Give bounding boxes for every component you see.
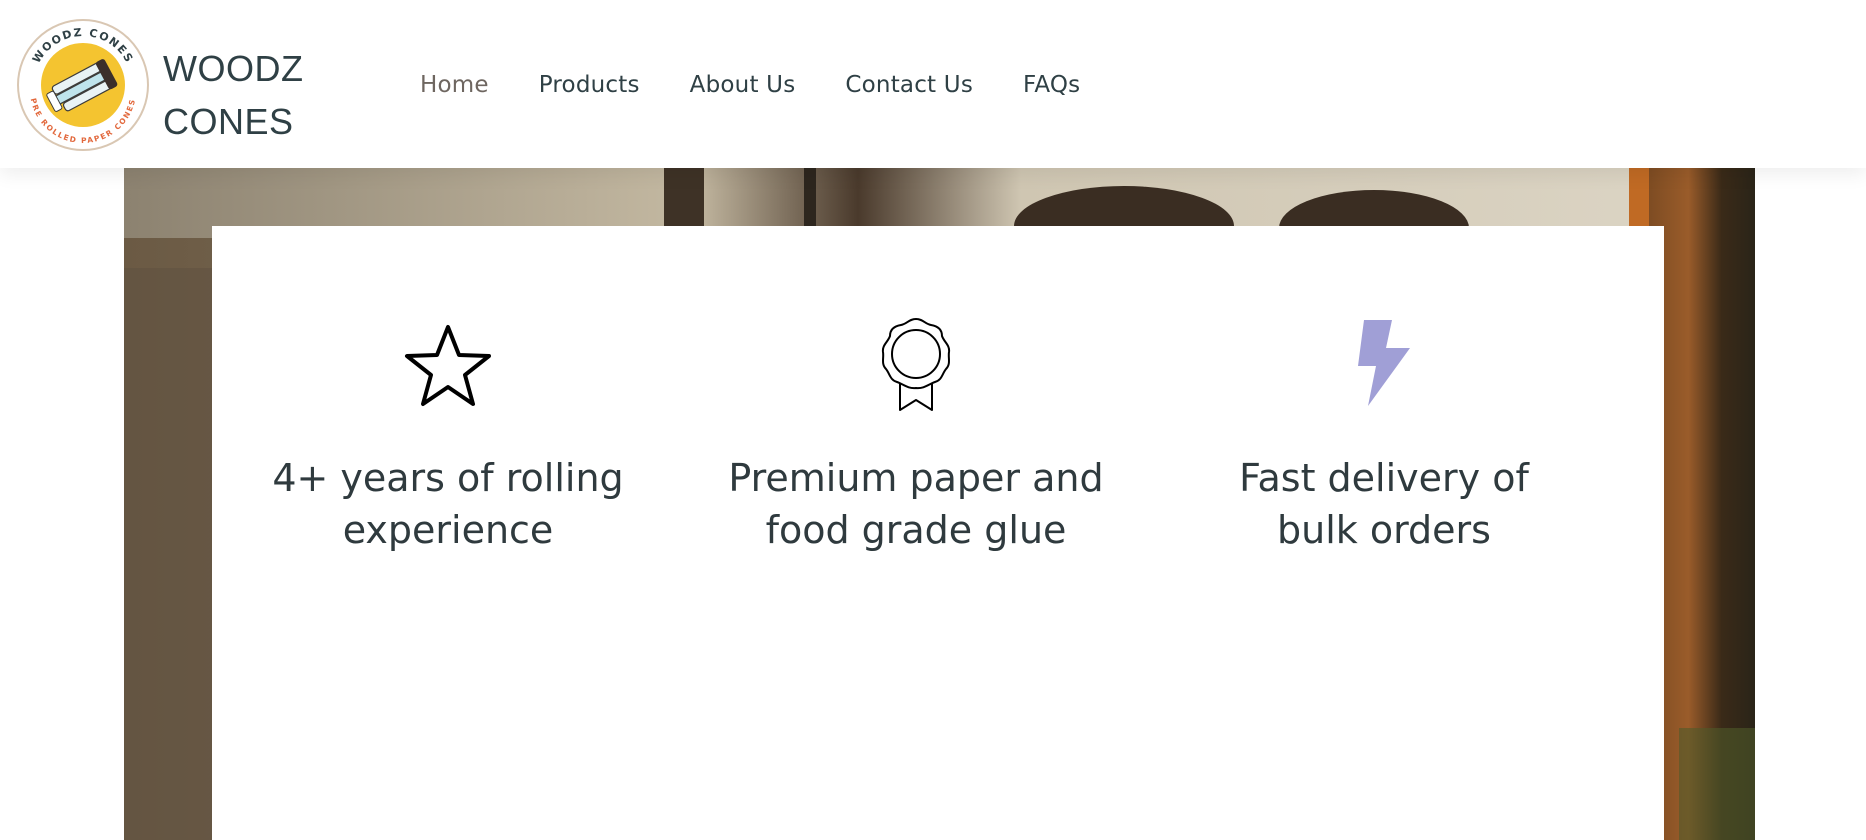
brand-name[interactable]: WOODZ CONES [163, 42, 303, 148]
nav-item-contact-us[interactable]: Contact Us [845, 72, 973, 98]
main-nav: Home Products About Us Contact Us FAQs [420, 72, 1130, 98]
nav-item-about-us[interactable]: About Us [690, 72, 796, 98]
brand-name-line2: CONES [163, 101, 294, 142]
brand-name-line1: WOODZ [163, 48, 304, 89]
nav-item-products[interactable]: Products [539, 72, 640, 98]
award-ribbon-icon [878, 316, 954, 417]
feature-text: Fast delivery of bulk orders [1239, 456, 1529, 552]
nav-item-faqs[interactable]: FAQs [1023, 72, 1080, 98]
site-header: WOODZ CONES PRE ROLLED PAPER CONES WOODZ… [0, 0, 1866, 168]
woodz-cones-logo[interactable]: WOODZ CONES PRE ROLLED PAPER CONES [16, 18, 150, 152]
lightning-bolt-icon [1356, 318, 1412, 413]
feature-text: 4+ years of rolling experience [272, 456, 624, 552]
nav-item-home[interactable]: Home [420, 72, 489, 98]
star-icon [403, 322, 493, 413]
features-card: 4+ years of rolling experience Premium p… [212, 226, 1664, 840]
feature-text: Premium paper and food grade glue [728, 456, 1104, 552]
